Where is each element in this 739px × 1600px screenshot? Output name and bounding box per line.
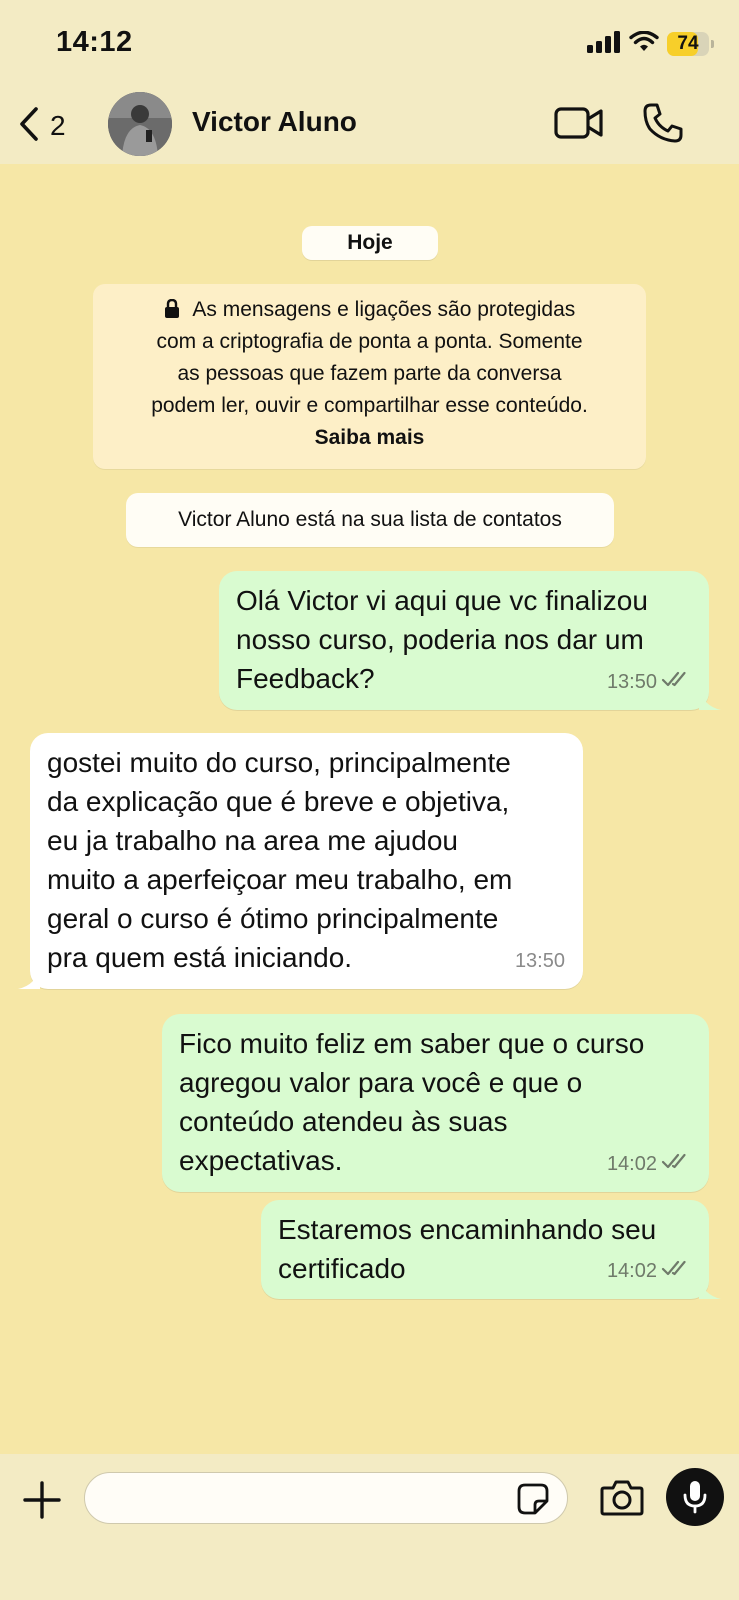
battery-indicator: 74 xyxy=(667,32,714,56)
message-meta: 14:02 xyxy=(607,1252,691,1291)
lock-icon xyxy=(164,298,193,321)
message-time: 13:50 xyxy=(606,671,657,693)
message-meta: 14:02 xyxy=(607,1145,691,1184)
bubble-tail xyxy=(18,967,40,989)
avatar[interactable] xyxy=(108,92,172,156)
message-input-wrapper xyxy=(84,1472,568,1524)
date-divider: Hoje xyxy=(302,226,438,260)
double-check-icon xyxy=(661,1145,691,1184)
chevron-left-icon xyxy=(18,106,40,147)
message-time: 13:50 xyxy=(514,950,565,972)
learn-more-link[interactable]: Saiba mais xyxy=(315,422,425,454)
unread-count: 2 xyxy=(50,110,66,141)
phone-icon xyxy=(643,103,683,143)
message-meta: 13:50 xyxy=(515,942,565,981)
sticker-button[interactable] xyxy=(517,1483,549,1515)
message-outgoing[interactable]: Olá Victor vi aqui que vc finalizou noss… xyxy=(219,571,721,710)
message-time: 14:02 xyxy=(606,1153,657,1175)
status-bar: 14:12 74 xyxy=(0,0,739,88)
composer-bar xyxy=(0,1454,739,1600)
signal-icon xyxy=(587,30,621,58)
attach-button[interactable] xyxy=(20,1478,64,1522)
back-button[interactable]: 2 xyxy=(18,102,66,150)
microphone-icon xyxy=(683,1481,707,1514)
camera-icon xyxy=(600,1480,644,1516)
double-check-icon xyxy=(661,663,691,702)
message-incoming[interactable]: gostei muito do curso, principalmente da… xyxy=(18,733,583,989)
status-icons: 74 xyxy=(587,30,714,58)
chat-header: 2 Victor Aluno xyxy=(0,88,739,164)
camera-button[interactable] xyxy=(600,1478,644,1518)
wifi-icon xyxy=(629,30,659,58)
double-check-icon xyxy=(661,1252,691,1291)
voice-call-button[interactable] xyxy=(642,102,684,144)
video-camera-icon xyxy=(554,107,603,139)
battery-cap xyxy=(711,40,714,48)
message-input[interactable] xyxy=(105,1473,509,1523)
message-text: gostei muito do curso, principalmente da… xyxy=(47,747,513,973)
plus-icon xyxy=(23,1481,61,1519)
bubble-tail xyxy=(699,688,721,710)
status-time: 14:12 xyxy=(56,26,133,58)
voice-message-button[interactable] xyxy=(666,1468,724,1526)
message-outgoing[interactable]: Estaremos encaminhando seu certificado 1… xyxy=(261,1200,721,1299)
encryption-text: As mensagens e ligações são protegidas c… xyxy=(151,298,588,417)
message-outgoing[interactable]: Fico muito feliz em saber que o curso ag… xyxy=(162,1014,709,1192)
bubble-tail xyxy=(699,1277,721,1299)
encryption-notice[interactable]: As mensagens e ligações são protegidas c… xyxy=(93,284,646,469)
message-time: 14:02 xyxy=(606,1260,657,1282)
sticker-icon xyxy=(517,1483,549,1515)
video-call-button[interactable] xyxy=(554,104,604,142)
message-meta: 13:50 xyxy=(607,663,691,702)
contact-name[interactable]: Victor Aluno xyxy=(192,106,357,138)
contact-notice: Victor Aluno está na sua lista de contat… xyxy=(126,493,614,547)
battery-level: 74 xyxy=(677,33,699,54)
